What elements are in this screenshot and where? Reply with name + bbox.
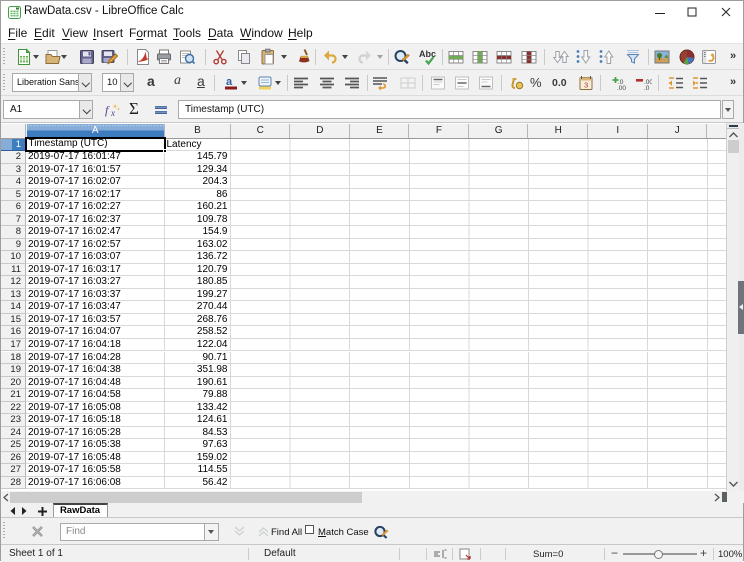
svg-text:.0: .0 — [644, 85, 650, 92]
svg-text:f: f — [105, 103, 110, 117]
svg-text:3: 3 — [584, 81, 588, 90]
svg-text:.00: .00 — [617, 85, 626, 92]
svg-text:x: x — [110, 108, 115, 118]
svg-text:a: a — [226, 76, 233, 88]
